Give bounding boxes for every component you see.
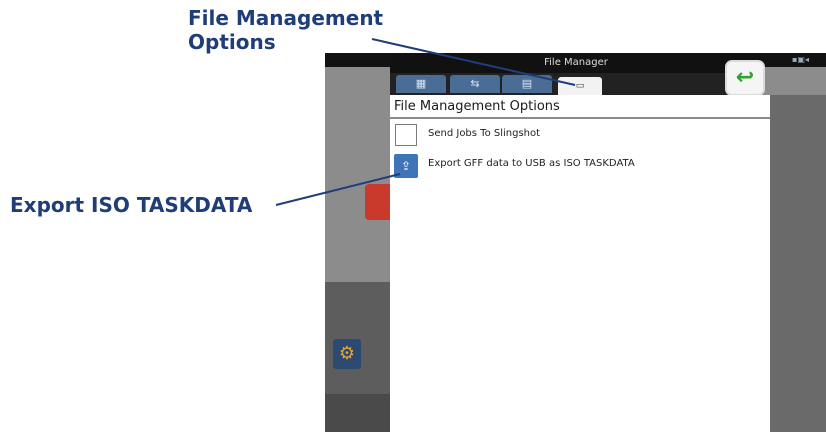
callout-file-management-options: File Management Options [188, 6, 383, 54]
tab-file-management[interactable]: ▭ [558, 77, 602, 95]
callout-top-line2: Options [188, 30, 276, 54]
grid-icon: ▦ [415, 77, 427, 90]
window-title: File Manager [390, 53, 762, 73]
folder-icon: ▤ [521, 77, 533, 90]
send-jobs-option[interactable]: Send Jobs To Slingshot [394, 122, 754, 150]
right-background-strip [770, 95, 826, 432]
export-icon[interactable]: ⇪ [394, 154, 418, 178]
status-icons: ▪▣◂ [792, 55, 809, 64]
export-iso-label: Export GFF data to USB as ISO TASKDATA [428, 158, 635, 169]
settings-gear-icon: ⚙ [333, 339, 361, 369]
file-icon: ▭ [575, 81, 585, 91]
tab-folder[interactable]: ▤ [502, 75, 552, 93]
device-screen: ⚙ ⚙ File Manager ▪▣◂ ▦ ⇆ ▤ ▭ ↩ File Mana… [325, 53, 826, 432]
tab-strip: ▦ ⇆ ▤ ▭ [390, 73, 762, 95]
panel-header: File Management Options [390, 95, 770, 119]
back-button[interactable]: ↩ [725, 60, 765, 96]
tab-usb[interactable]: ⇆ [450, 75, 500, 93]
send-jobs-label: Send Jobs To Slingshot [428, 128, 541, 139]
tab-grid[interactable]: ▦ [396, 75, 446, 93]
back-arrow-icon: ↩ [735, 65, 755, 90]
callout-export-iso: Export ISO TASKDATA [10, 193, 253, 217]
send-jobs-checkbox[interactable] [395, 124, 417, 146]
file-management-panel: File Management Options Send Jobs To Sli… [390, 95, 770, 432]
usb-icon: ⇆ [470, 77, 480, 90]
callout-top-line1: File Management [188, 6, 384, 30]
export-iso-option[interactable]: ⇪ Export GFF data to USB as ISO TASKDATA [394, 152, 754, 180]
